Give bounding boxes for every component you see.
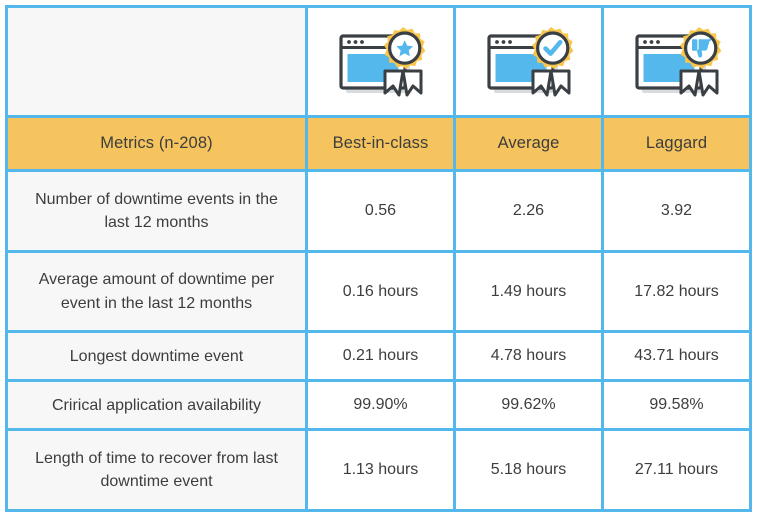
icon-cell-laggard [601,4,752,119]
table-row: Length of time to recover from last down… [5,428,752,512]
metric-label: Length of time to recover from last down… [5,428,308,512]
column-header-row: Metrics (n-208) Best-in-class Average La… [5,115,752,173]
table-row: Average amount of downtime per event in … [5,249,752,334]
icon-cell-average [453,4,604,119]
icon-header-row [5,4,752,119]
value-average: 5.18 hours [453,428,604,512]
table-row: Number of downtime events in the last 12… [5,169,752,253]
metric-label: Crirical application availability [5,379,308,432]
metric-label-text: Crirical application availability [52,396,261,414]
value-best-in-class: 0.21 hours [305,330,456,383]
award-badge-check-icon [456,8,601,115]
metric-label: Longest downtime event [5,330,308,383]
value-best-in-class: 1.13 hours [305,428,456,512]
value-laggard: 43.71 hours [601,330,752,383]
value-best-in-class: 0.56 [305,169,456,253]
award-badge-thumbs-down-icon [604,8,749,115]
value-best-in-class: 99.90% [305,379,456,432]
value-average: 4.78 hours [453,330,604,383]
header-metrics-label: Metrics (n-208) [5,115,308,173]
value-laggard: 99.58% [601,379,752,432]
value-average: 2.26 [453,169,604,253]
metric-label-text: Longest downtime event [69,347,244,365]
value-laggard: 3.92 [601,169,752,253]
icon-row-empty-cell [5,4,308,119]
award-badge-star-icon [308,8,453,115]
value-best-in-class: 0.16 hours [305,249,456,334]
metric-label: Average amount of downtime per event in … [5,249,308,334]
value-average: 1.49 hours [453,249,604,334]
metric-label-text: Length of time to recover from last down… [35,449,278,491]
downtime-metrics-table: Metrics (n-208) Best-in-class Average La… [5,4,752,512]
metric-label-text: Average amount of downtime per event in … [38,271,275,312]
header-average: Average [453,115,604,173]
icon-cell-best-in-class [305,4,456,119]
header-laggard: Laggard [601,115,752,173]
value-average: 99.62% [453,379,604,432]
value-laggard: 27.11 hours [601,428,752,512]
metric-label-text: Number of downtime events in the last 12… [35,190,278,232]
table-row: Longest downtime event 0.21 hours 4.78 h… [5,330,752,383]
header-best-in-class: Best-in-class [305,115,456,173]
metric-label: Number of downtime events in the last 12… [5,169,308,253]
metrics-table-container: Metrics (n-208) Best-in-class Average La… [5,4,752,512]
value-laggard: 17.82 hours [601,249,752,334]
table-row: Crirical application availability 99.90%… [5,379,752,432]
